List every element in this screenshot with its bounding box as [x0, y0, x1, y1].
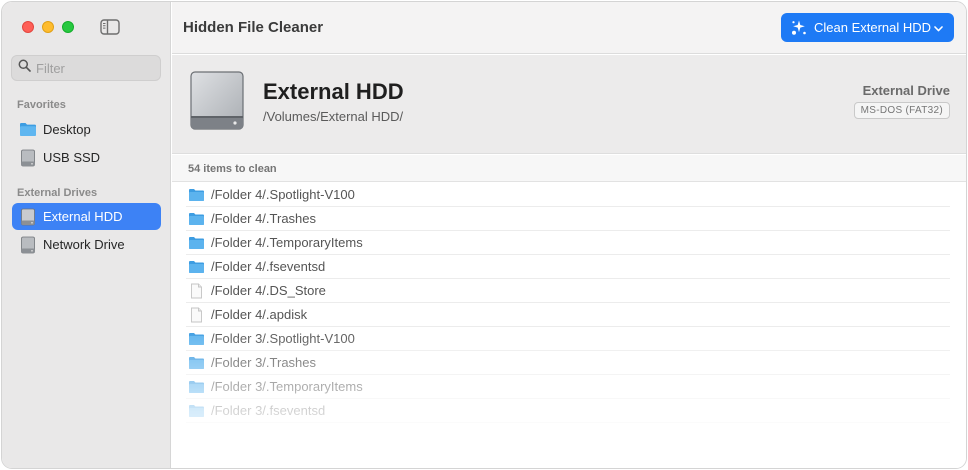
folder-icon	[19, 121, 37, 139]
file-row[interactable]: /Folder 4/.Spotlight-V100	[186, 183, 950, 207]
file-row[interactable]: /Folder 4/.DS_Store	[186, 279, 950, 303]
file-row[interactable]: /Folder 4/.fseventsd	[186, 255, 950, 279]
file-path: /Folder 3/.Spotlight-V100	[211, 331, 355, 346]
filter-field[interactable]	[11, 55, 161, 81]
file-row[interactable]: /Folder 3/.fseventsd	[186, 399, 950, 423]
file-path: /Folder 3/.Trashes	[211, 355, 317, 370]
file-path: /Folder 4/.apdisk	[211, 307, 308, 322]
file-path: /Folder 3/.TemporaryItems	[211, 379, 363, 394]
sidebar-item-desktop[interactable]: Desktop	[12, 116, 161, 143]
file-icon	[188, 307, 205, 323]
filesystem-badge: MS-DOS (FAT32)	[853, 102, 950, 119]
toolbar: Hidden File Cleaner Clean External HDD	[172, 2, 966, 54]
file-path: /Folder 3/.fseventsd	[211, 403, 326, 418]
drive-type: External Drive	[862, 83, 950, 98]
drive-icon	[19, 208, 37, 226]
zoom-window-button[interactable]	[62, 21, 74, 33]
file-row[interactable]: /Folder 3/.Spotlight-V100	[186, 327, 950, 351]
items-count: 54 items to clean	[188, 163, 277, 175]
file-path: /Folder 4/.fseventsd	[211, 259, 326, 274]
file-list: /Folder 4/.Spotlight-V100/Folder 4/.Tras…	[172, 183, 966, 468]
file-row[interactable]: /Folder 4/.Trashes	[186, 207, 950, 231]
sidebar-item-external-hdd[interactable]: External HDD	[12, 203, 161, 230]
external-drives-section-label: External Drives	[17, 187, 98, 199]
drive-header: External HDD /Volumes/External HDD/ Exte…	[172, 55, 966, 154]
file-row[interactable]: /Folder 4/.TemporaryItems	[186, 231, 950, 255]
close-window-button[interactable]	[22, 21, 34, 33]
sidebar-item-label: External HDD	[43, 209, 123, 224]
file-path: /Folder 4/.Spotlight-V100	[211, 187, 355, 202]
window-controls	[22, 21, 74, 33]
app-title: Hidden File Cleaner	[183, 19, 324, 36]
clean-button-label: Clean External HDD	[814, 20, 932, 35]
file-path: /Folder 4/.TemporaryItems	[211, 235, 363, 250]
folder-icon	[188, 187, 205, 203]
folder-icon	[188, 331, 205, 347]
favorites-section-label: Favorites	[17, 99, 66, 111]
folder-icon	[188, 259, 205, 275]
drive-name: External HDD	[263, 79, 404, 104]
sidebar-item-usb-ssd[interactable]: USB SSD	[12, 144, 161, 171]
filter-input[interactable]	[36, 60, 156, 76]
file-row[interactable]: /Folder 3/.Trashes	[186, 351, 950, 375]
file-path: /Folder 4/.Trashes	[211, 211, 317, 226]
sidebar-toggle-icon[interactable]	[100, 19, 120, 35]
hard-drive-icon	[188, 71, 246, 131]
folder-icon	[188, 403, 205, 419]
minimize-window-button[interactable]	[42, 21, 54, 33]
file-row[interactable]: /Folder 3/.TemporaryItems	[186, 375, 950, 399]
folder-icon	[188, 355, 205, 371]
folder-icon	[188, 235, 205, 251]
sparkle-icon	[790, 19, 808, 37]
sidebar-item-network-drive[interactable]: Network Drive	[12, 231, 161, 258]
sidebar-item-label: Network Drive	[43, 237, 125, 252]
sidebar-item-label: USB SSD	[43, 150, 101, 165]
app-window: Favorites Desktop USB SSD External Drive…	[1, 1, 967, 469]
clean-drive-button[interactable]: Clean External HDD	[781, 13, 954, 42]
file-row[interactable]: /Folder 4/.apdisk	[186, 303, 950, 327]
sidebar: Favorites Desktop USB SSD External Drive…	[2, 2, 171, 468]
sidebar-item-label: Desktop	[43, 122, 91, 137]
folder-icon	[188, 211, 205, 227]
drive-icon	[19, 149, 37, 167]
items-count-bar: 54 items to clean	[172, 155, 966, 182]
search-icon	[18, 59, 31, 77]
drive-icon	[19, 236, 37, 254]
main-content: Hidden File Cleaner Clean External HDD E…	[172, 2, 966, 468]
file-icon	[188, 283, 205, 299]
chevron-down-icon	[934, 20, 943, 35]
folder-icon	[188, 379, 205, 395]
drive-path: /Volumes/External HDD/	[263, 109, 404, 124]
file-path: /Folder 4/.DS_Store	[211, 283, 326, 298]
